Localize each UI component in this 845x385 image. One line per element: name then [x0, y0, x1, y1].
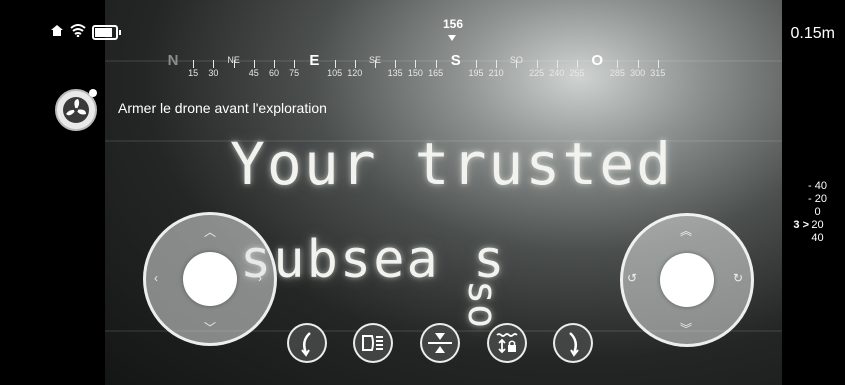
- wifi-icon: [70, 24, 86, 41]
- compass-tick: [536, 60, 538, 68]
- gauge-value: - 40: [808, 180, 827, 192]
- chevron-down-icon: ﹀: [204, 321, 217, 335]
- right-joystick-knob[interactable]: [660, 253, 714, 307]
- compass-tick: [294, 60, 296, 68]
- compass-degree: 75: [289, 68, 300, 78]
- compass-intercardinal: SO: [509, 55, 523, 65]
- compass-tick: [435, 60, 437, 68]
- compass-degree: 255: [569, 68, 585, 78]
- compass-tick: [657, 60, 659, 68]
- compass-degree: 240: [549, 68, 565, 78]
- double-chevron-up-icon: ︽: [680, 224, 693, 238]
- gauge-value: 0: [814, 206, 821, 218]
- roll-right-icon: [569, 332, 579, 357]
- left-joystick-knob[interactable]: [183, 252, 237, 306]
- compass-intercardinal: SE: [368, 55, 382, 65]
- gauge-value: - 20: [808, 193, 827, 205]
- chevron-left-icon: ‹: [154, 271, 158, 285]
- arm-drone-button[interactable]: [55, 89, 97, 131]
- rotate-left-icon: ↺: [627, 271, 638, 285]
- compass-tick: [274, 60, 275, 68]
- compass-cardinal: S: [450, 52, 461, 69]
- gauge-value: 20: [811, 219, 824, 231]
- double-chevron-down-icon: ︾: [680, 322, 693, 336]
- app-screen: Your trusted subsea s so 0.15m 156 N 15 30…: [0, 0, 845, 385]
- water-lock-icon: [496, 333, 518, 354]
- roll-left-button[interactable]: [287, 323, 327, 363]
- compass-tick: [476, 60, 477, 68]
- depth-readout: 0.15m: [790, 25, 835, 42]
- fan-icon: [63, 97, 89, 123]
- compass-degree: 195: [468, 68, 484, 78]
- depth-hold-button[interactable]: [420, 323, 460, 363]
- chevron-up-icon: ︿: [204, 225, 217, 239]
- compass-cardinal: N: [167, 52, 179, 69]
- battery-icon: [92, 25, 121, 40]
- compass-degree: 150: [407, 68, 423, 78]
- right-joystick[interactable]: ︽ ︾ ↺ ↻: [620, 213, 754, 347]
- compass-cardinal: O: [591, 52, 604, 69]
- compass-heading: 156: [442, 17, 464, 31]
- compass-tick: [415, 60, 417, 68]
- compass-degree: 105: [327, 68, 343, 78]
- compass-tick: [617, 60, 619, 68]
- feed-text-line3: so: [459, 280, 505, 329]
- home-icon: [50, 24, 64, 41]
- compass-degree: 315: [650, 68, 666, 78]
- compass-tick: [213, 60, 215, 68]
- compass-degree: 120: [347, 68, 363, 78]
- depth-hold-icon: [428, 333, 452, 353]
- headlight-icon: [362, 335, 383, 351]
- roll-right-button[interactable]: [553, 323, 593, 363]
- compass-degree: 225: [529, 68, 545, 78]
- gauge-value: 40: [811, 232, 824, 244]
- arm-message: Armer le drone avant l'exploration: [118, 100, 327, 116]
- compass-cardinal: E: [309, 52, 320, 69]
- compass-tick: [556, 60, 558, 68]
- rotate-right-icon: ↻: [733, 271, 744, 285]
- compass-degree: 60: [268, 68, 280, 78]
- compass-degree: 45: [248, 68, 259, 78]
- compass-tick: [637, 60, 639, 68]
- compass-degree: 285: [609, 68, 625, 78]
- pitch-gauge: - 40 - 20 0 20 40: [808, 180, 827, 245]
- compass-tick: [253, 60, 255, 68]
- compass-degree: 210: [488, 68, 504, 78]
- compass-degree: 30: [208, 68, 219, 78]
- compass-tick: [577, 60, 578, 68]
- compass-tick: [334, 60, 336, 68]
- compass-degree: 165: [428, 68, 444, 78]
- heading-caret-icon: [448, 35, 456, 41]
- compass-tick: [496, 60, 498, 68]
- compass-degree: 135: [387, 68, 403, 78]
- compass-degree: 300: [630, 68, 646, 78]
- roll-left-icon: [301, 332, 311, 357]
- compass-tick: [193, 60, 195, 68]
- compass-degree: 15: [188, 68, 199, 78]
- gauge-current: 3 >: [793, 219, 809, 231]
- status-bar: [50, 24, 121, 41]
- left-joystick[interactable]: ︿ ﹀ ‹ ›: [143, 212, 277, 346]
- compass-tick: [395, 60, 397, 68]
- chevron-right-icon: ›: [258, 271, 262, 285]
- compass-strip: 156 N 15 30 NE 45 60 75 E 105 120 SE 135 150 165 S 195 2…: [165, 17, 670, 82]
- water-lock-button[interactable]: [487, 323, 527, 363]
- lights-button[interactable]: [353, 323, 393, 363]
- compass-tick: [354, 60, 356, 68]
- feed-text-line1: Your trusted: [230, 130, 674, 198]
- compass-intercardinal: NE: [227, 55, 240, 65]
